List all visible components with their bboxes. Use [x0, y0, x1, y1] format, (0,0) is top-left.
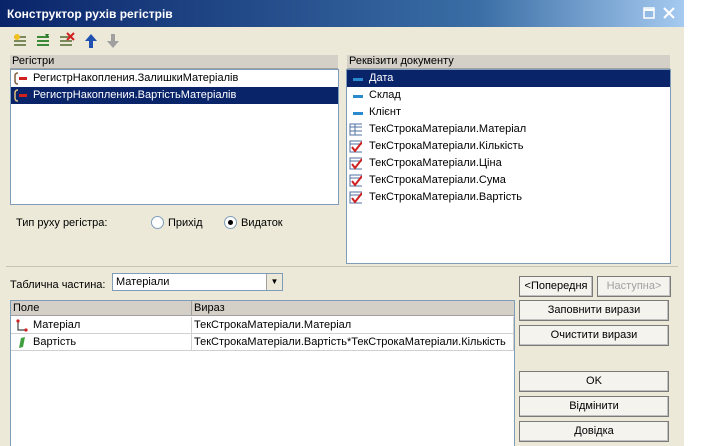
maximize-button[interactable] [641, 5, 657, 21]
table-part-label: Таблична частина: [10, 279, 106, 291]
field-icon [353, 112, 363, 115]
register-icon [14, 89, 27, 102]
move-up-icon[interactable] [82, 32, 100, 50]
radio-expense[interactable] [224, 216, 237, 229]
cancel-button[interactable]: Відмінити [519, 396, 669, 417]
registers-list[interactable]: РегистрНакопления.ЗалишкиМатеріалів Реги… [10, 69, 339, 205]
requisite-item[interactable]: Клієнт [347, 104, 670, 121]
close-button[interactable] [661, 5, 677, 21]
table-part-select[interactable]: Матеріали ▼ [112, 273, 283, 291]
background-strip [684, 0, 701, 446]
register-item-selected[interactable]: РегистрНакопления.ВартістьМатеріалів [11, 87, 338, 104]
table-part-value: Матеріали [116, 276, 170, 288]
requisite-label: Дата [369, 72, 394, 84]
requisite-label: ТекСтрокаМатеріали.Ціна [369, 157, 502, 169]
radio-income[interactable] [151, 216, 164, 229]
table-checked-icon [349, 174, 362, 187]
help-button[interactable]: Довідка [519, 421, 669, 442]
chevron-down-icon[interactable]: ▼ [266, 274, 282, 290]
move-down-icon[interactable] [104, 32, 122, 50]
table-row[interactable]: Матеріал [11, 317, 192, 334]
ok-button[interactable]: OK [519, 371, 669, 392]
field-icon [353, 95, 363, 98]
add-all-registers-icon[interactable] [35, 32, 53, 50]
movement-type-label: Тип руху регістра: [16, 217, 108, 229]
expressions-grid[interactable]: Поле Вираз Матеріал ТекСтрокаМатеріали.М… [10, 300, 515, 446]
requisite-item[interactable]: Склад [347, 87, 670, 104]
table-row-expression[interactable]: ТекСтрокаМатеріали.Вартість*ТекСтрокаМат… [192, 334, 514, 351]
requisite-item[interactable]: ТекСтрокаМатеріали.Сума [347, 172, 670, 189]
requisite-item[interactable]: ТекСтрокаМатеріали.Вартість [347, 189, 670, 206]
next-button[interactable]: Наступна> [597, 276, 671, 297]
resource-icon [19, 337, 25, 348]
requisites-header: Реквізити документу [347, 55, 670, 69]
table-checked-icon [349, 140, 362, 153]
requisites-list[interactable]: Дата Склад Клієнт ТекСтрокаМатеріали.Мат… [346, 69, 671, 264]
register-label: РегистрНакопления.ВартістьМатеріалів [33, 89, 237, 101]
close-icon [663, 7, 675, 19]
clear-expressions-button[interactable]: Очистити вирази [519, 325, 669, 346]
requisite-label: ТекСтрокаМатеріали.Сума [369, 174, 506, 186]
requisite-item[interactable]: ТекСтрокаМатеріали.Матеріал [347, 121, 670, 138]
row-expression: ТекСтрокаМатеріали.Вартість*ТекСтрокаМат… [194, 336, 506, 348]
field-icon [353, 78, 363, 81]
requisite-item[interactable]: ТекСтрокаМатеріали.Кількість [347, 138, 670, 155]
radio-expense-label[interactable]: Видаток [241, 217, 283, 229]
register-item[interactable]: РегистрНакопления.ЗалишкиМатеріалів [11, 70, 338, 87]
requisite-label: ТекСтрокаМатеріали.Вартість [369, 191, 522, 203]
requisite-item[interactable]: ТекСтрокаМатеріали.Ціна [347, 155, 670, 172]
fill-expressions-button[interactable]: Заповнити вирази [519, 300, 669, 321]
table-row[interactable]: Вартість [11, 334, 192, 351]
requisite-label: Склад [369, 89, 401, 101]
window-title: Конструктор рухів регістрів [7, 7, 173, 21]
requisite-label: ТекСтрокаМатеріали.Кількість [369, 140, 524, 152]
register-label: РегистрНакопления.ЗалишкиМатеріалів [33, 72, 239, 84]
table-checked-icon [349, 191, 362, 204]
column-header-expression[interactable]: Вираз [192, 301, 514, 316]
requisite-label: ТекСтрокаМатеріали.Матеріал [369, 123, 527, 135]
column-header-field[interactable]: Поле [11, 301, 192, 316]
register-icon [14, 72, 27, 85]
delete-register-icon[interactable] [58, 32, 76, 50]
row-field: Вартість [33, 336, 77, 348]
prev-button[interactable]: <Попередня [519, 276, 593, 297]
add-register-icon[interactable] [12, 32, 30, 50]
title-bar[interactable]: Конструктор рухів регістрів [0, 0, 684, 27]
separator [6, 266, 678, 267]
table-field-icon [349, 123, 362, 136]
table-checked-icon [349, 157, 362, 170]
radio-income-label[interactable]: Прихід [168, 217, 203, 229]
requisite-item-selected[interactable]: Дата [347, 70, 670, 87]
registers-header: Регістри [10, 55, 338, 69]
constructor-window: Конструктор рухів регістрів Регістри Рег… [0, 0, 684, 446]
requisite-label: Клієнт [369, 106, 401, 118]
dimension-icon [16, 319, 28, 332]
table-row-expression[interactable]: ТекСтрокаМатеріали.Матеріал [192, 317, 514, 334]
row-field: Матеріал [33, 319, 81, 331]
row-expression: ТекСтрокаМатеріали.Матеріал [194, 319, 352, 331]
maximize-icon [643, 7, 655, 19]
